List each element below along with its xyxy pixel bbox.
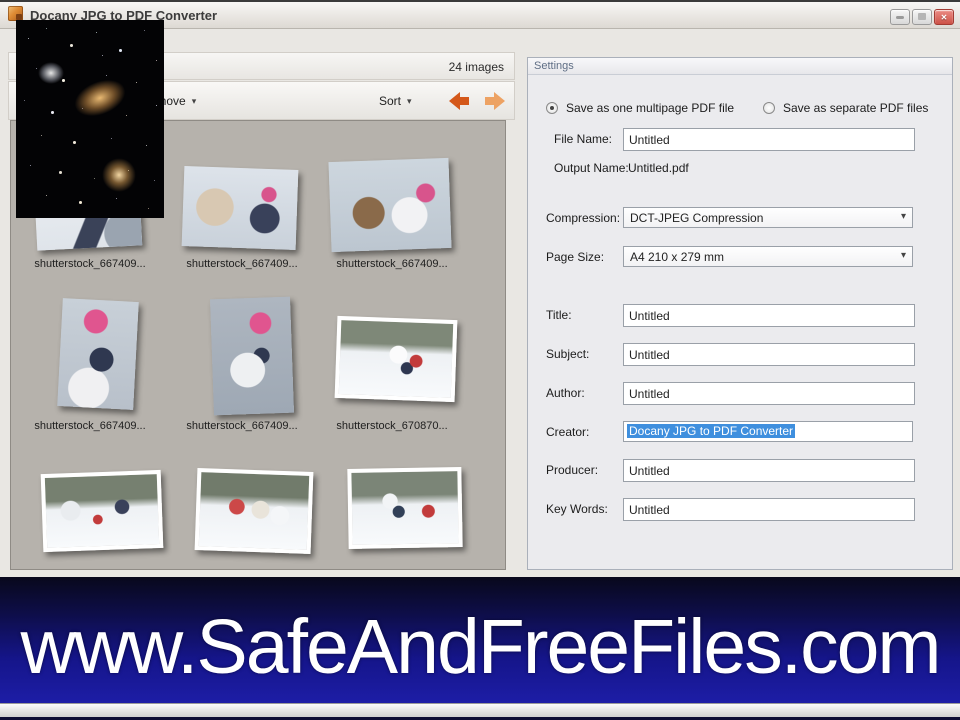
radio-separate-label[interactable]: Save as separate PDF files [783,101,928,115]
minimize-button[interactable] [890,9,910,25]
app-icon [8,6,23,21]
creator-label: Creator: [546,425,590,439]
thumbnail-5-label: shutterstock_667409... [186,420,298,432]
keywords-input[interactable] [623,498,915,521]
thumbnail-3[interactable] [328,157,452,253]
thumbnail-7[interactable] [40,469,164,553]
sort-button-label: Sort [379,94,402,108]
creator-selected-text: Docany JPG to PDF Converter [627,424,796,438]
arrow-right-icon [494,92,505,110]
star-field [16,20,17,21]
chevron-down-icon: ▾ [900,250,906,261]
arrow-right-tail [485,97,494,105]
app-window: Docany JPG to PDF Converter ✕ 24 images … [0,0,960,720]
maximize-button[interactable] [912,9,932,25]
space-photo-overlay [16,20,164,218]
file-name-label: File Name: [554,132,613,146]
image-count-label: 24 images [448,60,504,74]
output-name-value: Untitled.pdf [628,161,689,175]
bright-star [102,158,136,192]
sort-button[interactable]: Sort ▾ [379,91,412,111]
compression-value: DCT-JPEG Compression [630,211,764,225]
keywords-label: Key Words: [546,502,608,516]
thumbnail-2-label: shutterstock_667409... [186,258,298,270]
radio-multipage-label[interactable]: Save as one multipage PDF file [566,101,734,115]
thumbnail-3-label: shutterstock_667409... [336,258,448,270]
settings-panel: Settings Save as one multipage PDF file … [527,57,953,570]
thumbnail-5[interactable] [210,296,294,416]
arrow-left-icon [449,92,460,110]
close-icon: ✕ [940,12,948,22]
bottom-gray-bar [0,703,960,717]
compression-select[interactable]: DCT-JPEG Compression ▾ [623,207,913,228]
chevron-down-icon: ▾ [407,95,412,106]
radio-separate[interactable] [763,102,775,114]
title-label: Title: [546,308,572,322]
promo-banner: www.SafeAndFreeFiles.com [0,577,960,703]
next-page-button[interactable] [481,90,507,112]
arrow-left-tail [460,97,469,105]
page-size-select[interactable]: A4 210 x 279 mm ▾ [623,246,913,267]
file-name-input[interactable] [623,128,915,151]
galaxy-core [69,73,131,123]
banner-url-text: www.SafeAndFreeFiles.com [20,604,941,690]
subject-label: Subject: [546,347,590,361]
previous-page-button[interactable] [447,90,473,112]
author-input[interactable] [623,382,915,405]
radio-multipage[interactable] [546,102,558,114]
thumbnail-6[interactable] [334,315,458,403]
settings-header: Settings [528,58,952,75]
close-button[interactable]: ✕ [934,9,954,25]
thumbnail-9[interactable] [347,467,463,549]
thumbnail-4-label: shutterstock_667409... [34,420,146,432]
compression-label: Compression: [546,211,621,225]
page-size-value: A4 210 x 279 mm [630,250,725,264]
galaxy-blob [38,62,64,84]
chevron-down-icon: ▾ [191,95,197,106]
maximize-icon [918,13,926,20]
thumbnail-6-label: shutterstock_670870... [336,420,448,432]
thumbnail-4[interactable] [57,298,139,410]
thumbnail-2[interactable] [181,166,299,250]
minimize-icon [896,16,904,19]
producer-label: Producer: [546,463,599,477]
creator-input[interactable]: Docany JPG to PDF Converter [623,421,913,442]
thumbnail-1-label: shutterstock_667409... [34,258,146,270]
author-label: Author: [546,386,585,400]
thumbnail-8[interactable] [194,468,314,554]
output-name-label: Output Name: [554,161,629,175]
page-size-label: Page Size: [546,250,605,264]
title-input[interactable] [623,304,915,327]
chevron-down-icon: ▾ [900,211,906,222]
producer-input[interactable] [623,459,915,482]
subject-input[interactable] [623,343,915,366]
